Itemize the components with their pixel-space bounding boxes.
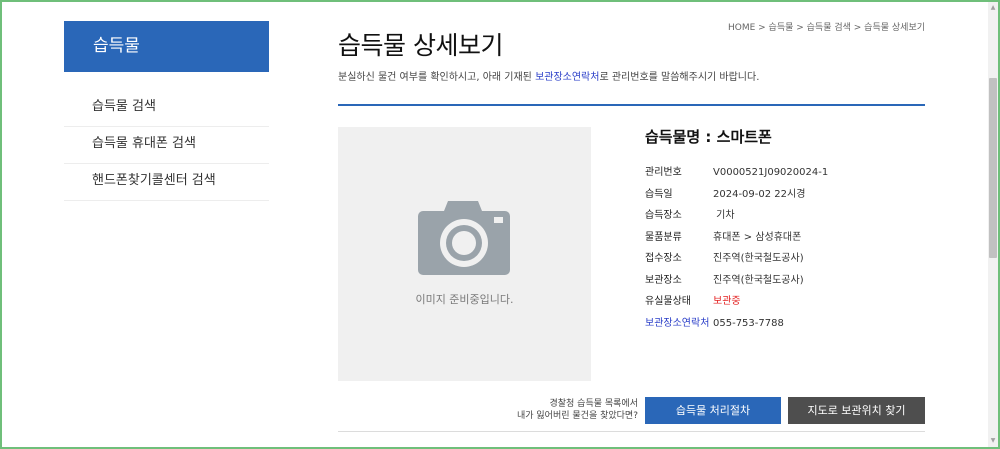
subtitle-text-before: 분실하신 물건 여부를 확인하시고, 아래 기재된 [338, 72, 536, 83]
contact-phone: 055-753-7788 [713, 317, 784, 329]
map-location-button[interactable]: 지도로 보관위치 찾기 [788, 397, 925, 424]
detail-label: 물품분류 [645, 231, 682, 243]
status-badge: 보관중 [713, 296, 741, 307]
scroll-up-icon[interactable]: ▲ [989, 3, 997, 13]
detail-label: 유실물상태 [645, 296, 691, 307]
detail-label: 습득장소 [645, 210, 682, 221]
detail-value: 진주역(한국철도공사) [713, 253, 804, 264]
sidebar-menu: 습득물 검색 습득물 휴대폰 검색 핸드폰찾기콜센터 검색 [64, 90, 269, 201]
help-text: 경찰청 습득물 목록에서 내가 잃어버린 물건을 찾았다면? [500, 398, 638, 422]
detail-value: 휴대폰 > 삼성휴대폰 [713, 231, 802, 243]
help-text-line: 내가 잃어버린 물건을 찾았다면? [516, 411, 638, 421]
detail-row: 물품분류 휴대폰 > 삼성휴대폰 [645, 227, 925, 249]
title-divider [338, 104, 925, 106]
detail-value: V0000521J09020024-1 [713, 167, 829, 178]
detail-row: 유실물상태 보관중 [645, 291, 925, 313]
detail-row: 관리번호 V0000521J09020024-1 [645, 162, 925, 184]
procedure-button[interactable]: 습득물 처리절차 [645, 397, 781, 424]
detail-row: 보관장소 진주역(한국철도공사) [645, 270, 925, 292]
breadcrumb: HOME > 습득물 > 습득물 검색 > 습득물 상세보기 [727, 23, 925, 33]
sidebar-title: 습득물 [64, 21, 269, 72]
subtitle-text-after: 로 관리번호를 말씀해주시기 바랍니다. [599, 72, 760, 83]
sidebar-item-phone-search[interactable]: 습득물 휴대폰 검색 [64, 127, 269, 164]
detail-label: 보관장소 [645, 274, 682, 286]
detail-value: 기차 [713, 210, 735, 221]
scrollbar-thumb[interactable] [989, 78, 997, 258]
sidebar-item-found-search[interactable]: 습득물 검색 [64, 90, 269, 127]
bottom-divider [338, 431, 925, 432]
detail-row: 습득장소 기차 [645, 205, 925, 227]
detail-row: 습득일 2024-09-02 22시경 [645, 184, 925, 206]
detail-label: 접수장소 [645, 253, 682, 264]
scroll-down-icon[interactable]: ▼ [989, 436, 997, 446]
detail-row: 보관장소연락처 055-753-7788 [645, 313, 925, 335]
sidebar-item-callcenter-search[interactable]: 핸드폰찾기콜센터 검색 [64, 164, 269, 201]
item-image-placeholder: 이미지 준비중입니다. [338, 127, 591, 381]
detail-value: 진주역(한국철도공사) [713, 274, 804, 286]
camera-icon [418, 199, 510, 279]
detail-row: 접수장소 진주역(한국철도공사) [645, 248, 925, 270]
detail-label: 보관장소연락처 [645, 317, 710, 329]
detail-value: 2024-09-02 22시경 [713, 188, 806, 200]
detail-label: 습득일 [645, 188, 673, 200]
page-title: 습득물 상세보기 [338, 31, 503, 60]
item-name: 습득물명 : 스마트폰 [645, 128, 772, 146]
page-subtitle: 분실하신 물건 여부를 확인하시고, 아래 기재된 보관장소연락처로 관리번호를… [338, 68, 759, 83]
image-caption: 이미지 준비중입니다. [415, 293, 514, 306]
detail-label: 관리번호 [645, 167, 682, 178]
help-text-line: 경찰청 습득물 목록에서 [549, 399, 638, 409]
item-details: 관리번호 V0000521J09020024-1 습득일 2024-09-02 … [645, 162, 925, 334]
subtitle-highlight: 보관장소연락처 [535, 72, 600, 83]
